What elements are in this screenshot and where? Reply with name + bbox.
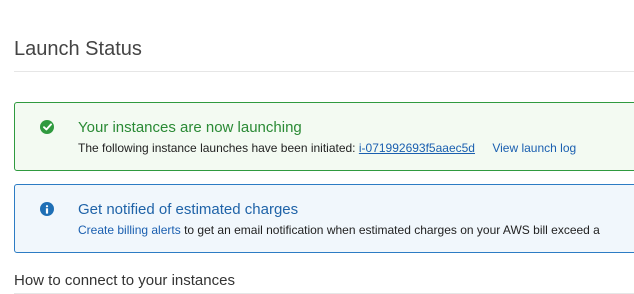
info-alert-body: Create billing alerts to get an email no… bbox=[78, 223, 600, 237]
launching-success-alert: Your instances are now launching The fol… bbox=[14, 102, 634, 171]
success-alert-body: The following instance launches have bee… bbox=[78, 141, 576, 155]
create-billing-alerts-link[interactable]: Create billing alerts bbox=[78, 223, 181, 237]
connect-section-heading: How to connect to your instances bbox=[14, 272, 235, 289]
instance-id-link[interactable]: i-071992693f5aaec5d bbox=[359, 141, 475, 155]
info-circle-icon bbox=[40, 202, 54, 216]
info-alert-text: to get an email notification when estima… bbox=[184, 223, 600, 237]
title-divider bbox=[14, 71, 634, 72]
check-circle-icon bbox=[40, 120, 54, 134]
launch-status-page: Launch Status Your instances are now lau… bbox=[0, 0, 634, 294]
info-alert-heading: Get notified of estimated charges bbox=[78, 201, 299, 218]
success-alert-text: The following instance launches have bee… bbox=[78, 141, 356, 155]
billing-info-alert: Get notified of estimated charges Create… bbox=[14, 184, 634, 253]
view-launch-log-link[interactable]: View launch log bbox=[492, 141, 576, 155]
success-alert-heading: Your instances are now launching bbox=[78, 119, 302, 136]
page-title: Launch Status bbox=[14, 38, 142, 60]
